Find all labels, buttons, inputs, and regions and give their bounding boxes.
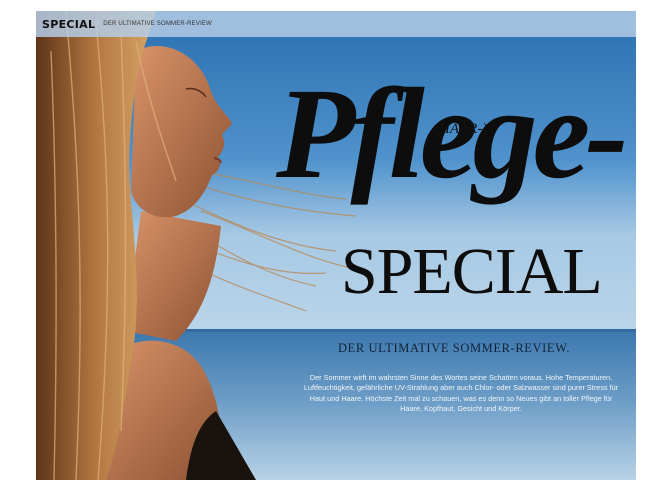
- section-subtitle: DER ULTIMATIVE SOMMER-REVIEW: [103, 21, 213, 27]
- section-header: SPECIAL DER ULTIMATIVE SOMMER-REVIEW: [36, 11, 636, 37]
- headline-kicker: (HAAR-): [434, 121, 488, 137]
- subheadline: SPECIAL: [341, 235, 603, 308]
- intro-text: Der Sommer wirft im wahrsten Sinne des W…: [303, 373, 619, 413]
- deck: DER ULTIMATIVE SOMMER-REVIEW.: [338, 341, 571, 355]
- section-label: SPECIAL: [42, 17, 96, 31]
- magazine-page: SPECIAL DER ULTIMATIVE SOMMER-REVIEW Pfl…: [36, 11, 636, 480]
